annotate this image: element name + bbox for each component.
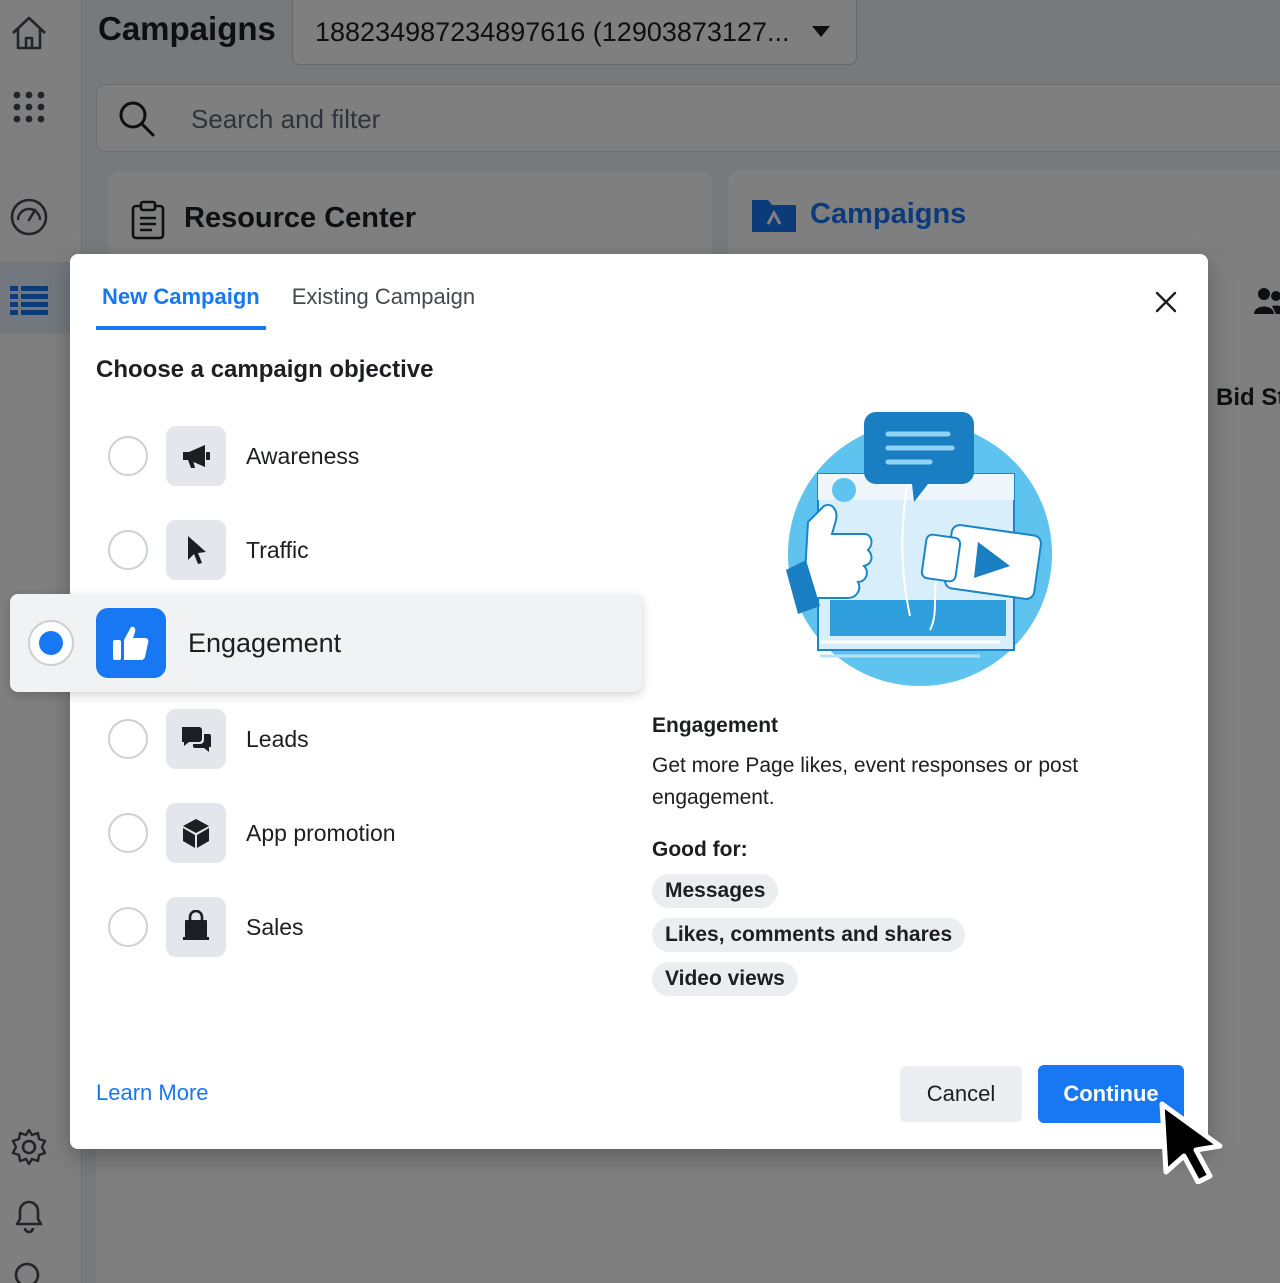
objective-option-leads[interactable]: Leads — [70, 701, 640, 777]
good-for-chip: Messages — [652, 874, 779, 908]
objective-label: Engagement — [188, 627, 342, 658]
radio-leads[interactable] — [108, 719, 148, 759]
close-button[interactable] — [1148, 284, 1184, 320]
shopping-bag-icon — [166, 897, 226, 957]
create-campaign-dialog: New Campaign Existing Campaign Choose a … — [10, 254, 1208, 1149]
mouse-cursor-icon — [1159, 1101, 1223, 1184]
objective-label: Sales — [246, 913, 304, 940]
objective-option-traffic[interactable]: Traffic — [70, 512, 640, 588]
objective-label: App promotion — [246, 819, 396, 846]
objective-option-app-promotion[interactable]: App promotion — [70, 795, 640, 871]
megaphone-icon — [166, 426, 226, 486]
radio-app-promotion[interactable] — [108, 813, 148, 853]
radio-awareness[interactable] — [108, 436, 148, 476]
objective-option-awareness[interactable]: Awareness — [70, 418, 640, 494]
radio-traffic[interactable] — [108, 530, 148, 570]
box-icon — [166, 803, 226, 863]
objective-heading: Choose a campaign objective — [96, 356, 434, 383]
good-for-chip: Likes, comments and shares — [652, 918, 966, 952]
cancel-button[interactable]: Cancel — [900, 1066, 1022, 1122]
objective-option-engagement[interactable]: Engagement — [10, 594, 642, 692]
pointer-icon — [166, 520, 226, 580]
chat-bubbles-icon — [166, 709, 226, 769]
objective-option-sales[interactable]: Sales — [70, 889, 640, 965]
good-for-chips: Messages Likes, comments and shares Vide… — [652, 874, 966, 1006]
good-for-chip: Video views — [652, 962, 798, 996]
radio-engagement-selected[interactable] — [28, 620, 74, 666]
good-for-label: Good for: — [652, 838, 748, 861]
objective-detail-title: Engagement — [652, 714, 779, 737]
tab-existing-campaign[interactable]: Existing Campaign — [286, 280, 481, 330]
radio-sales[interactable] — [108, 907, 148, 947]
thumbs-up-icon — [96, 608, 166, 678]
engagement-illustration — [786, 412, 1052, 686]
objective-label: Leads — [246, 725, 309, 752]
tab-new-campaign[interactable]: New Campaign — [96, 280, 266, 330]
learn-more-link[interactable]: Learn More — [96, 1080, 209, 1106]
close-icon — [1155, 291, 1177, 313]
objective-label: Awareness — [246, 442, 360, 469]
objective-label: Traffic — [246, 536, 309, 563]
campaign-tabs: New Campaign Existing Campaign — [96, 280, 501, 330]
objective-detail-description: Get more Page likes, event responses or … — [652, 754, 1079, 809]
